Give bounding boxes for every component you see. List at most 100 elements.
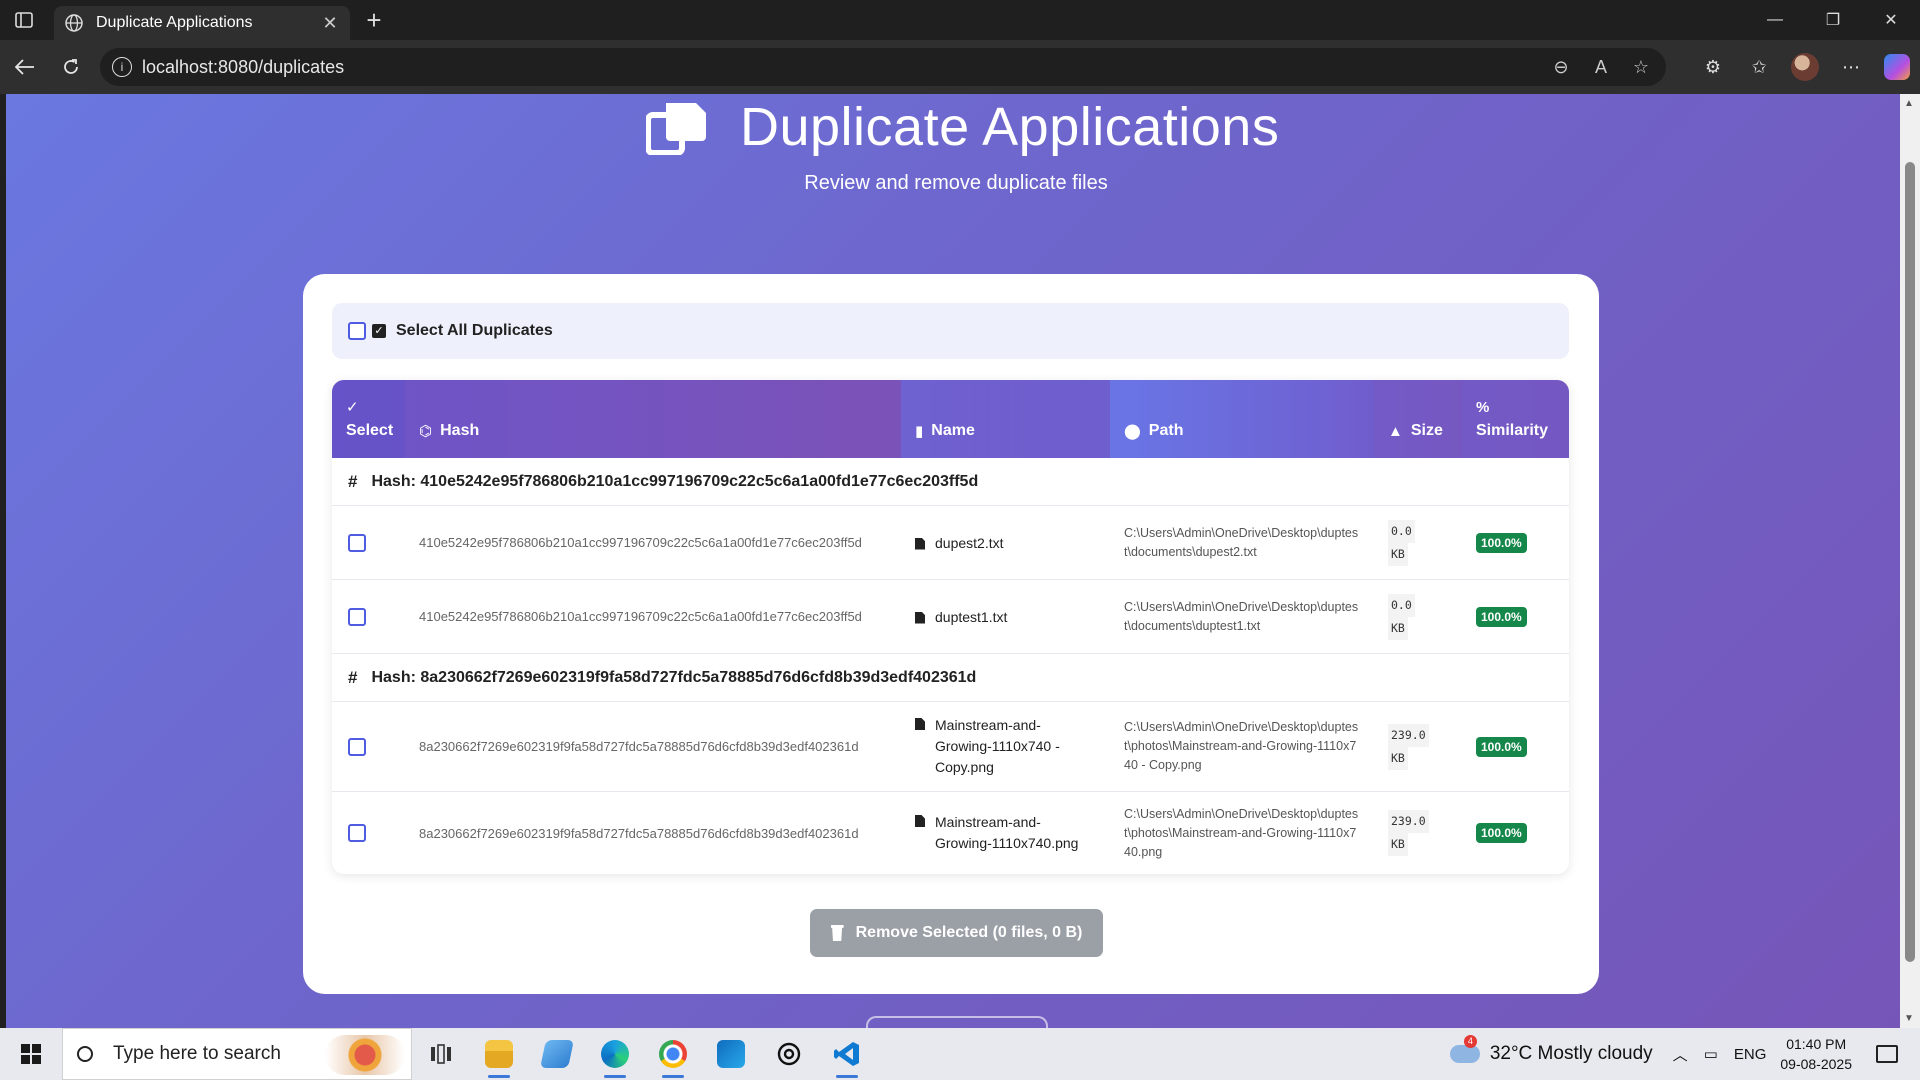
profile-avatar[interactable] bbox=[1791, 53, 1819, 81]
row-size: 239.0 KB bbox=[1374, 723, 1462, 770]
language-indicator[interactable]: ENG bbox=[1734, 1046, 1767, 1063]
scrollbar-thumb[interactable] bbox=[1905, 162, 1915, 962]
row-name: duptest1.txt bbox=[935, 608, 1008, 625]
column-header-name: ▮ Name bbox=[901, 380, 1110, 458]
column-header-similarity: % Similarity bbox=[1462, 380, 1569, 458]
minimize-icon[interactable]: — bbox=[1746, 0, 1804, 40]
next-section-outline bbox=[866, 1016, 1048, 1028]
check-square-icon: ✓ bbox=[372, 324, 386, 338]
system-tray: 4 32°C Mostly cloudy ︿ ▭ ENG 01:40 PM 09… bbox=[1449, 1028, 1920, 1080]
start-button[interactable] bbox=[0, 1028, 62, 1080]
scroll-down-icon[interactable]: ▼ bbox=[1904, 1013, 1914, 1024]
zoom-icon[interactable]: ⊖ bbox=[1548, 57, 1574, 78]
similarity-badge: 100.0% bbox=[1476, 823, 1527, 843]
table-row: 8a230662f7269e602319f9fa58d727fdc5a78885… bbox=[332, 702, 1569, 792]
page-viewport: Duplicate Applications Review and remove… bbox=[0, 94, 1920, 1028]
page-scrollbar[interactable]: ▲ ▼ bbox=[1900, 94, 1920, 1028]
read-aloud-icon[interactable]: A bbox=[1588, 57, 1614, 78]
notification-icon[interactable] bbox=[1876, 1045, 1898, 1063]
similarity-badge: 100.0% bbox=[1476, 736, 1527, 757]
more-menu-icon[interactable]: ⋯ bbox=[1828, 44, 1874, 90]
taskbar-search[interactable]: Type here to search bbox=[62, 1028, 412, 1080]
close-tab-icon[interactable]: ✕ bbox=[320, 13, 340, 34]
search-placeholder: Type here to search bbox=[113, 1043, 281, 1064]
weather-widget[interactable]: 4 32°C Mostly cloudy bbox=[1449, 1035, 1653, 1065]
file-icon bbox=[915, 815, 925, 827]
globe-icon bbox=[65, 14, 83, 32]
similarity-badge: 100.0% bbox=[1476, 606, 1527, 627]
copilot-icon[interactable] bbox=[1884, 54, 1910, 80]
percent-icon: % bbox=[1476, 399, 1490, 416]
tab-title: Duplicate Applications bbox=[96, 14, 253, 31]
clock[interactable]: 01:40 PM 09-08-2025 bbox=[1780, 1034, 1852, 1074]
column-header-hash: ⌬ Hash bbox=[419, 422, 480, 440]
row-size: 0.0 KB bbox=[1374, 593, 1462, 640]
windows-taskbar: Type here to search 4 32°C Mostly cloudy… bbox=[0, 1028, 1920, 1080]
column-header-path: ⬤ Path bbox=[1110, 380, 1374, 458]
new-tab-button[interactable]: + bbox=[354, 0, 394, 40]
back-icon[interactable] bbox=[2, 44, 48, 90]
table-row: 410e5242e95f786806b210a1cc997196709c22c5… bbox=[332, 580, 1569, 654]
edge-browser-icon[interactable] bbox=[586, 1028, 644, 1080]
file-icon: ▮ bbox=[915, 423, 924, 440]
row-hash: 8a230662f7269e602319f9fa58d727fdc5a78885… bbox=[419, 739, 859, 754]
row-checkbox[interactable] bbox=[348, 533, 366, 552]
site-info-icon[interactable]: i bbox=[112, 57, 132, 77]
outlook-icon[interactable] bbox=[702, 1028, 760, 1080]
extensions-icon[interactable]: ⚙ bbox=[1690, 44, 1736, 90]
tab-actions-icon[interactable] bbox=[0, 0, 48, 40]
similarity-badge: 100.0% bbox=[1476, 532, 1527, 553]
table-row: 8a230662f7269e602319f9fa58d727fdc5a78885… bbox=[332, 792, 1569, 874]
chevron-up-icon[interactable]: ︿ bbox=[1673, 1044, 1688, 1065]
row-hash: 410e5242e95f786806b210a1cc997196709c22c5… bbox=[419, 609, 862, 624]
search-icon bbox=[77, 1046, 93, 1062]
vscode-icon[interactable] bbox=[818, 1028, 876, 1080]
table-header: ✓ Select ⌬ Hash ▮ Name ⬤ Path ▲ Size % S… bbox=[332, 380, 1569, 458]
cloud-icon: 4 bbox=[1449, 1035, 1480, 1063]
hash-icon: # bbox=[348, 471, 358, 491]
map-pin-icon: ⬤ bbox=[1124, 423, 1141, 440]
row-checkbox[interactable] bbox=[348, 824, 366, 842]
file-icon bbox=[915, 718, 925, 730]
duplicates-card: ✓ Select All Duplicates ✓ Select ⌬ Hash … bbox=[303, 274, 1599, 994]
select-all-checkbox[interactable] bbox=[348, 322, 366, 340]
scroll-up-icon[interactable]: ▲ bbox=[1904, 98, 1914, 109]
row-size: 0.0 KB bbox=[1374, 519, 1462, 566]
refresh-icon[interactable] bbox=[48, 44, 94, 90]
chatgpt-icon[interactable] bbox=[760, 1028, 818, 1080]
fingerprint-icon: ⌬ bbox=[419, 423, 433, 440]
row-checkbox[interactable] bbox=[348, 607, 366, 626]
chrome-icon[interactable] bbox=[644, 1028, 702, 1080]
row-path: C:\Users\Admin\OneDrive\Desktop\duptest\… bbox=[1124, 599, 1359, 633]
task-view-icon[interactable] bbox=[412, 1028, 470, 1080]
favorites-icon[interactable]: ✩ bbox=[1736, 44, 1782, 90]
hash-icon: # bbox=[348, 667, 358, 687]
row-path: C:\Users\Admin\OneDrive\Desktop\duptest\… bbox=[1124, 525, 1359, 559]
select-all-bar[interactable]: ✓ Select All Duplicates bbox=[332, 303, 1569, 359]
row-hash: 410e5242e95f786806b210a1cc997196709c22c5… bbox=[419, 535, 862, 550]
select-all-label: Select All Duplicates bbox=[396, 322, 553, 339]
browser-tab[interactable]: Duplicate Applications ✕ bbox=[54, 6, 350, 40]
file-icon bbox=[915, 611, 925, 624]
battery-icon[interactable]: ▭ bbox=[1704, 1045, 1718, 1063]
browser-toolbar: i localhost:8080/duplicates ⊖ A ☆ ⚙ ✩ ⋯ bbox=[0, 40, 1920, 94]
remove-selected-button[interactable]: Remove Selected (0 files, 0 B) bbox=[810, 909, 1103, 957]
row-name: Mainstream-and-Growing-1110x740.png bbox=[935, 814, 1079, 851]
file-icon bbox=[915, 537, 925, 550]
row-name: dupest2.txt bbox=[935, 534, 1004, 551]
close-window-icon[interactable]: ✕ bbox=[1862, 0, 1920, 40]
check-icon: ✓ bbox=[346, 399, 359, 416]
trash-icon bbox=[830, 925, 844, 941]
address-bar[interactable]: i localhost:8080/duplicates ⊖ A ☆ bbox=[100, 48, 1666, 86]
this-pc-icon[interactable] bbox=[528, 1028, 586, 1080]
hash-group-header: # Hash: 410e5242e95f786806b210a1cc997196… bbox=[332, 458, 1569, 506]
duplicates-table: ✓ Select ⌬ Hash ▮ Name ⬤ Path ▲ Size % S… bbox=[332, 380, 1569, 874]
row-name: Mainstream-and-Growing-1110x740 - Copy.p… bbox=[935, 717, 1060, 775]
page-title: Duplicate Applications bbox=[740, 97, 1280, 157]
row-checkbox[interactable] bbox=[348, 737, 366, 756]
restore-icon[interactable]: ❐ bbox=[1804, 0, 1862, 40]
favorite-star-icon[interactable]: ☆ bbox=[1628, 57, 1654, 78]
browser-tab-bar: Duplicate Applications ✕ + — ❐ ✕ bbox=[0, 0, 1920, 40]
file-explorer-icon[interactable] bbox=[470, 1028, 528, 1080]
row-hash: 8a230662f7269e602319f9fa58d727fdc5a78885… bbox=[419, 825, 859, 841]
